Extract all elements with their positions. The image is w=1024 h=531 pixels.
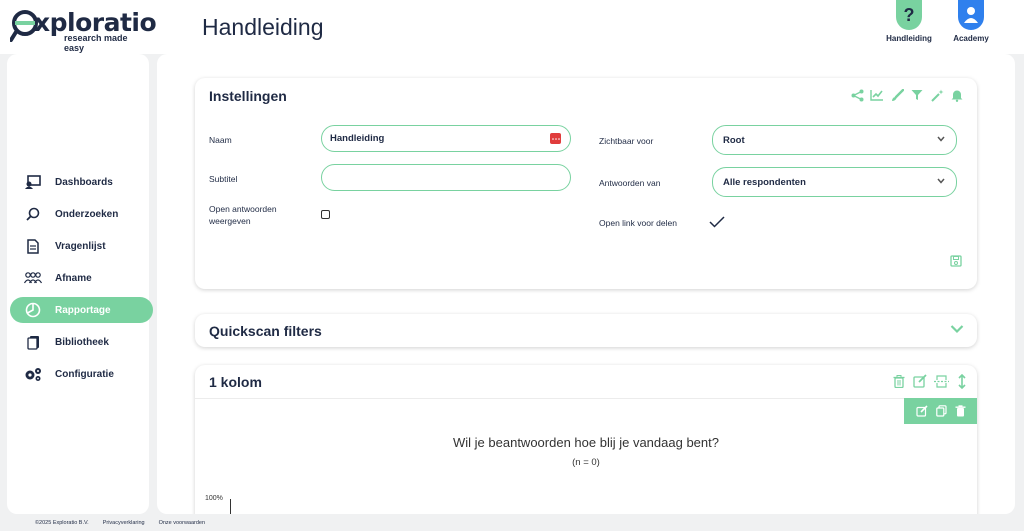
chevron-down-icon (937, 178, 945, 184)
quickscan-card[interactable]: Quickscan filters (195, 314, 977, 347)
open-link-label: Open link voor delen (599, 218, 677, 228)
sidebar-item-label: Bibliotheek (55, 336, 109, 348)
chart-question: Wil je beantwoorden hoe blij je vandaag … (453, 435, 719, 450)
users-icon (10, 272, 50, 284)
user-icon (958, 0, 984, 30)
privacy-link[interactable]: Privacyverklaring (103, 520, 145, 526)
sidebar-item-configuratie[interactable]: Configuratie (10, 361, 153, 387)
zichtbaar-label: Zichtbaar voor (599, 136, 654, 146)
logo-tagline: research made easy (64, 33, 128, 53)
kolom-title: 1 kolom (209, 374, 262, 390)
chart-actions-bar (904, 398, 977, 424)
gears-icon (10, 367, 50, 382)
sidebar-item-onderzoeken[interactable]: Onderzoeken (10, 201, 153, 227)
resize-vertical-icon[interactable] (954, 373, 970, 389)
main-content: Instellingen Naam Handleiding Subtitel O… (157, 54, 1015, 514)
sidebar-item-label: Configuratie (55, 368, 114, 380)
books-icon (10, 335, 50, 350)
filter-icon[interactable] (909, 87, 925, 103)
chart-y-axis-top-label: 100% (205, 495, 223, 502)
naam-label: Naam (209, 135, 232, 145)
chevron-down-icon[interactable] (950, 324, 964, 334)
kolom-divider (195, 398, 977, 399)
sidebar-item-rapportage[interactable]: Rapportage (10, 297, 153, 323)
zichtbaar-value: Root (723, 134, 745, 146)
sidebar-item-bibliotheek[interactable]: Bibliotheek (10, 329, 153, 355)
search-icon (10, 207, 50, 221)
edit-icon[interactable] (912, 373, 928, 389)
settings-card: Instellingen Naam Handleiding Subtitel O… (195, 78, 977, 289)
dashboard-icon (10, 175, 50, 189)
terms-link[interactable]: Onze voorwaarden (159, 520, 205, 526)
zichtbaar-select[interactable]: Root (712, 125, 957, 155)
brush-icon[interactable] (889, 87, 905, 103)
exploratio-logo[interactable]: xploratio research made easy (10, 8, 157, 53)
pie-chart-icon (10, 302, 50, 318)
copy-icon[interactable] (935, 405, 947, 417)
subtitel-label: Subtitel (209, 174, 238, 184)
sidebar-item-afname[interactable]: Afname (10, 265, 153, 291)
more-options-icon[interactable] (550, 133, 561, 144)
antwoorden-select[interactable]: Alle respondenten (712, 167, 957, 197)
page-break-icon[interactable] (933, 373, 949, 389)
academy-label: Academy (953, 34, 989, 43)
question-icon: ? (896, 0, 922, 30)
handleiding-label: Handleiding (886, 34, 932, 43)
open-link-check-icon[interactable] (709, 216, 725, 228)
trash-icon[interactable] (955, 405, 966, 417)
naam-value: Handleiding (330, 133, 385, 144)
chart-n-count: (n = 0) (572, 457, 600, 468)
sidebar-item-label: Afname (55, 272, 92, 284)
chevron-down-icon (937, 136, 945, 142)
bell-icon[interactable] (949, 87, 965, 103)
page-title: Handleiding (202, 14, 324, 40)
settings-title: Instellingen (209, 88, 287, 104)
trash-icon[interactable] (891, 373, 907, 389)
sidebar-item-label: Vragenlijst (55, 240, 106, 252)
naam-input[interactable]: Handleiding (321, 125, 571, 152)
share-icon[interactable] (849, 87, 865, 103)
chart-y-axis (230, 499, 231, 514)
document-icon (10, 238, 50, 254)
handleiding-button[interactable]: ? Handleiding (879, 0, 939, 46)
footer: ©2025 Exploratio B.V. Privacyverklaring … (35, 520, 205, 526)
kolom-card: 1 kolom Wil je beantwoorden hoe blij je … (195, 365, 977, 514)
sidebar-item-dashboards[interactable]: Dashboards (10, 169, 153, 195)
sidebar-item-vragenlijst[interactable]: Vragenlijst (10, 233, 153, 259)
line-chart-icon[interactable] (869, 87, 885, 103)
settings-toolbar (849, 87, 965, 103)
open-antwoorden-checkbox[interactable] (321, 210, 330, 219)
open-antwoorden-label: Open antwoorden weergeven (209, 204, 277, 226)
subtitel-input[interactable] (321, 164, 571, 191)
save-icon[interactable] (950, 255, 962, 267)
top-header: xploratio research made easy Handleiding… (0, 0, 1024, 54)
kolom-toolbar (891, 373, 970, 389)
sidebar-item-label: Dashboards (55, 176, 113, 188)
academy-button[interactable]: Academy (941, 0, 1001, 46)
footer-copyright: ©2025 Exploratio B.V. (35, 520, 89, 526)
antwoorden-value: Alle respondenten (723, 176, 806, 188)
edit-icon[interactable] (915, 405, 928, 417)
quickscan-title: Quickscan filters (209, 323, 322, 339)
sidebar-item-label: Rapportage (55, 304, 111, 316)
sidebar-item-label: Onderzoeken (55, 208, 119, 220)
magic-wand-icon[interactable] (929, 87, 945, 103)
antwoorden-label: Antwoorden van (599, 178, 661, 188)
